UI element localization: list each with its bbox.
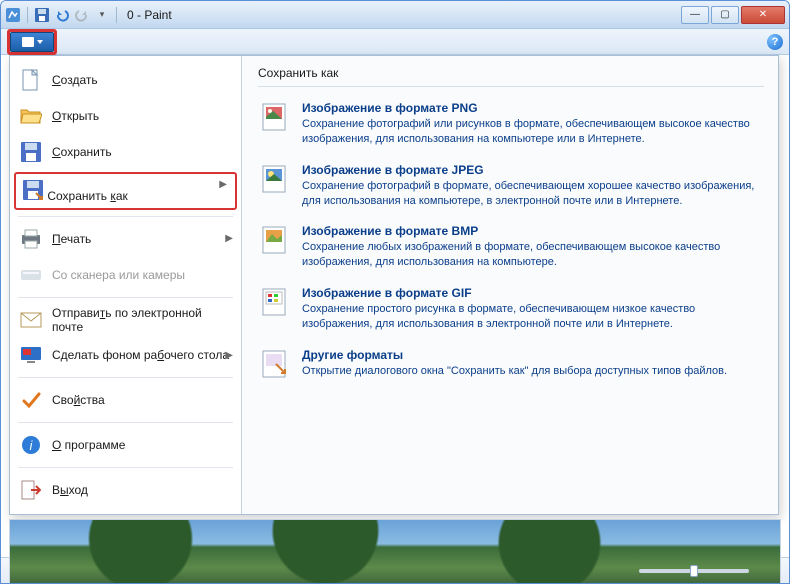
- png-format-icon: [260, 101, 292, 133]
- titlebar: ▾ 0 - Paint — ▢ ✕: [1, 1, 789, 29]
- scanner-icon: [20, 264, 42, 286]
- save-as-gif[interactable]: Изображение в формате GIF Сохранение про…: [258, 280, 764, 342]
- menu-label: Отправить по электронной почте: [52, 306, 231, 334]
- menu-item-about[interactable]: i О программе: [10, 427, 241, 463]
- chevron-down-icon: [37, 40, 43, 44]
- gif-format-icon: [260, 286, 292, 318]
- menu-separator: [18, 422, 233, 423]
- save-as-icon: [22, 179, 44, 201]
- submenu-arrow-icon: ▶: [225, 350, 233, 361]
- menu-label: Сделать фоном рабочего стола: [52, 348, 229, 362]
- zoom-slider[interactable]: [639, 569, 749, 573]
- caption-buttons: — ▢ ✕: [681, 6, 785, 24]
- content-area: енение етов Создать Открыть Сохранить: [1, 55, 789, 557]
- menu-column: Создать Открыть Сохранить Сохранить как …: [10, 56, 242, 514]
- submenu-arrow-icon: ▶: [225, 233, 233, 244]
- menu-label: Печать: [52, 232, 91, 246]
- save-floppy-icon: [20, 141, 42, 163]
- submenu-arrow-icon: ▶: [219, 179, 227, 190]
- submenu-head: Другие форматы: [302, 348, 762, 362]
- menu-item-print[interactable]: Печать ▶: [10, 221, 241, 257]
- menu-item-exit[interactable]: Выход: [10, 472, 241, 508]
- menu-separator: [18, 377, 233, 378]
- menu-item-email[interactable]: Отправить по электронной почте: [10, 302, 241, 338]
- info-icon: i: [20, 434, 42, 456]
- menu-item-save-as-highlight: Сохранить как ▶: [14, 172, 237, 210]
- checkmark-icon: [20, 389, 42, 411]
- paint-window: ▾ 0 - Paint — ▢ ✕ ? енение етов: [0, 0, 790, 584]
- save-as-jpeg[interactable]: Изображение в формате JPEG Сохранение фо…: [258, 157, 764, 219]
- submenu-text: Другие форматы Открытие диалогового окна…: [302, 348, 762, 380]
- submenu-head: Изображение в формате BMP: [302, 224, 762, 238]
- application-menu: Создать Открыть Сохранить Сохранить как …: [9, 55, 779, 515]
- menu-label: Со сканера или камеры: [52, 268, 185, 282]
- desktop-icon: [20, 344, 42, 366]
- menu-item-create[interactable]: Создать: [10, 62, 241, 98]
- quick-access-toolbar: ▾ 0 - Paint: [5, 7, 681, 23]
- menu-label: Сохранить как: [47, 189, 127, 203]
- save-as-bmp[interactable]: Изображение в формате BMP Сохранение люб…: [258, 218, 764, 280]
- menu-label: Выход: [52, 483, 88, 497]
- new-file-icon: [20, 69, 42, 91]
- submenu-text: Изображение в формате JPEG Сохранение фо…: [302, 163, 762, 209]
- paint-app-icon: [5, 7, 21, 23]
- submenu-head: Изображение в формате JPEG: [302, 163, 762, 177]
- menu-label: Свойства: [52, 393, 105, 407]
- envelope-icon: [20, 309, 42, 331]
- save-as-submenu: Сохранить как Изображение в формате PNG …: [242, 56, 778, 514]
- redo-icon[interactable]: [74, 7, 90, 23]
- other-formats-icon: [260, 348, 292, 380]
- minimize-button[interactable]: —: [681, 6, 709, 24]
- zoom-slider-thumb[interactable]: [690, 565, 698, 577]
- window-title: 0 - Paint: [127, 8, 172, 22]
- customize-qat-icon[interactable]: ▾: [94, 7, 110, 23]
- submenu-desc: Сохранение простого рисунка в формате, о…: [302, 302, 762, 332]
- undo-icon[interactable]: [54, 7, 70, 23]
- help-icon[interactable]: ?: [767, 34, 783, 50]
- menu-label: Создать: [52, 73, 98, 87]
- menu-label: О программе: [52, 438, 125, 452]
- save-as-other[interactable]: Другие форматы Открытие диалогового окна…: [258, 342, 764, 390]
- qat-separator-2: [116, 7, 117, 23]
- menu-item-save-as[interactable]: Сохранить как ▶: [22, 179, 128, 203]
- submenu-title: Сохранить как: [258, 66, 764, 87]
- menu-item-properties[interactable]: Свойства: [10, 382, 241, 418]
- menu-separator: [18, 216, 233, 217]
- submenu-text: Изображение в формате BMP Сохранение люб…: [302, 224, 762, 270]
- menu-separator: [18, 297, 233, 298]
- menu-item-desktop-bg[interactable]: Сделать фоном рабочего стола ▶: [10, 337, 241, 373]
- printer-icon: [20, 228, 42, 250]
- submenu-text: Изображение в формате GIF Сохранение про…: [302, 286, 762, 332]
- save-icon[interactable]: [34, 7, 50, 23]
- canvas-preview[interactable]: [9, 519, 781, 584]
- save-as-png[interactable]: Изображение в формате PNG Сохранение фот…: [258, 95, 764, 157]
- folder-open-icon: [20, 105, 42, 127]
- file-icon: [22, 37, 34, 47]
- menu-item-open[interactable]: Открыть: [10, 98, 241, 134]
- submenu-desc: Сохранение любых изображений в формате, …: [302, 240, 762, 270]
- submenu-desc: Открытие диалогового окна "Сохранить как…: [302, 364, 762, 379]
- exit-icon: [20, 479, 42, 501]
- submenu-text: Изображение в формате PNG Сохранение фот…: [302, 101, 762, 147]
- app-menu-button[interactable]: [10, 32, 54, 52]
- app-menu-button-highlight: [7, 29, 57, 55]
- menu-separator: [18, 467, 233, 468]
- menu-item-scanner: Со сканера или камеры: [10, 257, 241, 293]
- canvas-image: [10, 520, 780, 584]
- bmp-format-icon: [260, 224, 292, 256]
- submenu-head: Изображение в формате GIF: [302, 286, 762, 300]
- jpeg-format-icon: [260, 163, 292, 195]
- close-button[interactable]: ✕: [741, 6, 785, 24]
- submenu-desc: Сохранение фотографий в формате, обеспеч…: [302, 179, 762, 209]
- submenu-desc: Сохранение фотографий или рисунков в фор…: [302, 117, 762, 147]
- menu-label: Сохранить: [52, 145, 112, 159]
- qat-separator: [27, 7, 28, 23]
- menu-item-save[interactable]: Сохранить: [10, 134, 241, 170]
- maximize-button[interactable]: ▢: [711, 6, 739, 24]
- menu-label: Открыть: [52, 109, 99, 123]
- ribbon-tabs-row: ?: [1, 29, 789, 55]
- submenu-head: Изображение в формате PNG: [302, 101, 762, 115]
